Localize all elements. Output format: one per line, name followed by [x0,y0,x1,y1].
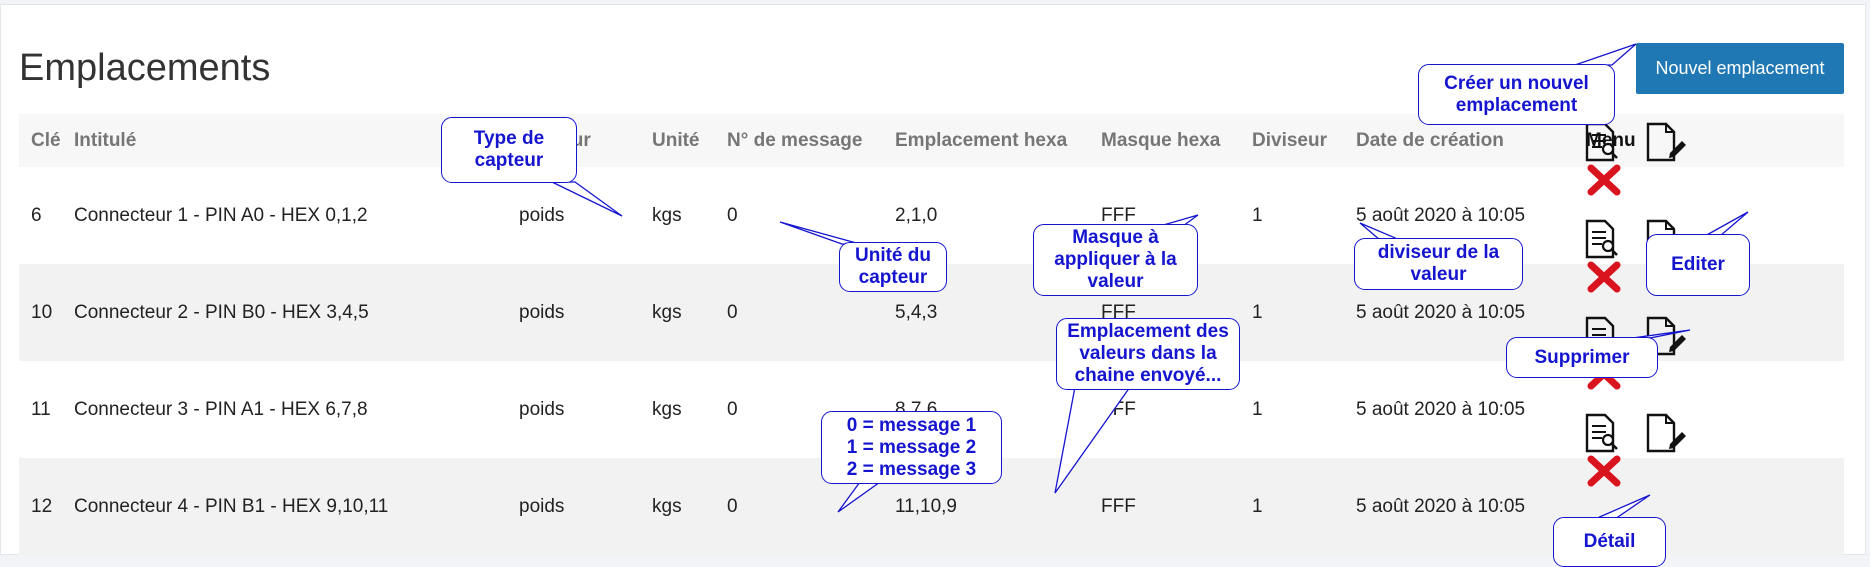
cell-key: 6 [31,204,42,226]
cell-sensor: poids [519,495,565,517]
header-unit[interactable]: Unité [652,114,727,167]
callout-location: Emplacement des valeurs dans la chaine e… [1056,318,1240,390]
cell-unit: kgs [652,495,682,517]
callout-divisor: diviseur de la valeur [1354,238,1523,290]
callout-delete: Supprimer [1506,337,1658,378]
cell-label: Connecteur 2 - PIN B0 - HEX 3,4,5 [74,301,369,323]
callout-sensor-type: Type de capteur [441,117,577,183]
cell-divisor: 1 [1252,301,1263,323]
view-detail-icon[interactable] [1582,121,1622,163]
cell-divisor: 1 [1252,204,1263,226]
callout-detail: Détail [1553,517,1666,567]
header-divisor[interactable]: Diviseur [1252,114,1356,167]
cell-hex-mask: FFF [1101,495,1136,517]
cell-label: Connecteur 4 - PIN B1 - HEX 9,10,11 [74,495,389,517]
cell-key: 12 [31,495,53,517]
header-hex-mask[interactable]: Masque hexa [1101,114,1252,167]
cell-unit: kgs [652,398,682,420]
edit-icon[interactable] [1644,121,1688,163]
cell-sensor: poids [519,398,565,420]
cell-divisor: 1 [1252,398,1263,420]
new-location-button[interactable]: Nouvel emplacement [1636,43,1844,94]
header-message-number[interactable]: N° de message [727,114,895,167]
cell-sensor: poids [519,301,565,323]
view-detail-icon[interactable] [1582,412,1622,454]
cell-creation-date: 5 août 2020 à 10:05 [1356,495,1526,517]
callout-unit: Unité du capteur [839,242,947,292]
page-title: Emplacements [19,47,271,89]
delete-icon[interactable] [1586,163,1622,197]
cell-divisor: 1 [1252,495,1263,517]
header-hex-location[interactable]: Emplacement hexa [895,114,1101,167]
callout-edit: Editer [1646,234,1750,296]
callout-mask: Masque à appliquer à la valeur [1033,224,1198,296]
locations-table: Clé Intitulé Capteur Unité N° de message… [19,114,1844,555]
edit-icon[interactable] [1644,412,1688,454]
callout-message: 0 = message 1 1 = message 2 2 = message … [821,411,1002,484]
cell-unit: kgs [652,204,682,226]
cell-label: Connecteur 3 - PIN A1 - HEX 6,7,8 [74,398,368,420]
callout-create: Créer un nouvel emplacement [1418,64,1615,125]
cell-unit: kgs [652,301,682,323]
cell-key: 11 [31,398,51,420]
view-detail-icon[interactable] [1582,218,1622,260]
header-key[interactable]: Clé [19,114,74,167]
cell-key: 10 [31,301,53,323]
delete-icon[interactable] [1586,260,1622,294]
delete-icon[interactable] [1586,454,1622,488]
